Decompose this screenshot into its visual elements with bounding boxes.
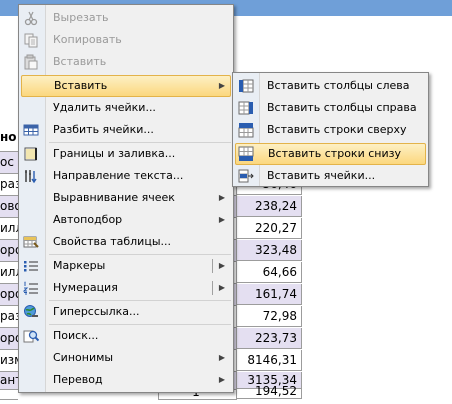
submenu-item-label: Вставить столбцы слева: [267, 79, 410, 92]
submenu-arrow-icon: ▶: [218, 215, 225, 224]
menu-item-insert[interactable]: Вставить ▶: [21, 75, 231, 97]
menu-item-label: Копировать: [53, 33, 122, 46]
menu-item-research[interactable]: Поиск...: [21, 325, 231, 347]
menu-item-label: Нумерация: [53, 281, 118, 294]
menu-item-hyperlink[interactable]: Гиперссылка...: [21, 301, 231, 323]
split-divider: [212, 259, 213, 273]
split-divider: [212, 281, 213, 295]
menu-item-numbering[interactable]: Нумерация ▶: [21, 277, 231, 299]
menu-item-label: Удалить ячейки...: [53, 101, 156, 114]
submenu-item-insert-rows-below[interactable]: Вставить строки снизу: [235, 143, 426, 165]
menu-item-label: Вставить: [54, 79, 108, 92]
text-direction-icon: [23, 168, 39, 184]
bullets-icon: [23, 258, 39, 274]
submenu-item-label: Вставить ячейки...: [267, 169, 376, 182]
menu-item-label: Направление текста...: [53, 169, 184, 182]
menu-item-borders-shading[interactable]: Границы и заливка...: [21, 143, 231, 165]
menu-item-label: Автоподбор: [53, 213, 123, 226]
submenu-arrow-icon: ▶: [218, 81, 225, 90]
menu-item-label: Вставить: [53, 55, 107, 68]
submenu-item-label: Вставить строки сверху: [267, 123, 407, 136]
menu-item-copy[interactable]: Копировать: [21, 29, 231, 51]
menu-item-cell-alignment[interactable]: Выравнивание ячеек ▶: [21, 187, 231, 209]
menu-item-cut[interactable]: Вырезать: [21, 7, 231, 29]
numbering-icon: [23, 280, 39, 296]
menu-item-bullets[interactable]: Маркеры ▶: [21, 255, 231, 277]
menu-item-translate[interactable]: Перевод ▶: [21, 369, 231, 391]
menu-item-label: Перевод: [53, 373, 103, 386]
menu-item-label: Синонимы: [53, 351, 114, 364]
scissors-icon: [23, 10, 39, 26]
menu-item-label: Выравнивание ячеек: [53, 191, 175, 204]
menu-item-split-cells[interactable]: Разбить ячейки...: [21, 119, 231, 141]
table-properties-icon: [23, 234, 39, 250]
menu-item-label: Свойства таблицы...: [53, 235, 171, 248]
menu-item-autofit[interactable]: Автоподбор ▶: [21, 209, 231, 231]
submenu-item-label: Вставить строки снизу: [268, 147, 401, 160]
insert-submenu: Вставить столбцы слева Вставить столбцы …: [232, 72, 429, 187]
menu-item-label: Поиск...: [53, 329, 99, 342]
insert-columns-right-icon: [238, 100, 254, 116]
menu-item-label: Границы и заливка...: [53, 147, 176, 160]
menu-item-label: Разбить ячейки...: [53, 123, 154, 136]
submenu-arrow-icon: ▶: [218, 353, 225, 362]
submenu-arrow-icon: ▶: [218, 261, 225, 270]
context-menu: Вырезать Копировать Вставить Вставить ▶ …: [18, 4, 234, 393]
submenu-arrow-icon: ▶: [218, 193, 225, 202]
borders-shading-icon: [23, 146, 39, 162]
submenu-arrow-icon: ▶: [218, 375, 225, 384]
menu-item-label: Вырезать: [53, 11, 109, 24]
hyperlink-icon: [23, 304, 39, 320]
research-icon: [23, 328, 39, 344]
submenu-arrow-icon: ▶: [218, 283, 225, 292]
submenu-item-insert-rows-above[interactable]: Вставить строки сверху: [235, 119, 426, 141]
menu-item-text-direction[interactable]: Направление текста...: [21, 165, 231, 187]
menu-item-table-properties[interactable]: Свойства таблицы...: [21, 231, 231, 253]
paste-icon: [23, 54, 39, 70]
submenu-item-insert-columns-right[interactable]: Вставить столбцы справа: [235, 97, 426, 119]
menu-item-paste[interactable]: Вставить: [21, 51, 231, 73]
submenu-item-insert-columns-left[interactable]: Вставить столбцы слева: [235, 75, 426, 97]
insert-rows-below-icon: [238, 146, 254, 162]
table-header-fragment: но: [0, 130, 17, 144]
submenu-item-label: Вставить столбцы справа: [267, 101, 417, 114]
insert-columns-left-icon: [238, 78, 254, 94]
menu-item-synonyms[interactable]: Синонимы ▶: [21, 347, 231, 369]
menu-item-label: Гиперссылка...: [53, 305, 140, 318]
split-cells-icon: [23, 122, 39, 138]
submenu-item-insert-cells[interactable]: Вставить ячейки...: [235, 165, 426, 187]
insert-rows-above-icon: [238, 122, 254, 138]
menu-item-delete-cells[interactable]: Удалить ячейки...: [21, 97, 231, 119]
menu-item-label: Маркеры: [53, 259, 106, 272]
insert-cells-icon: [238, 168, 254, 184]
copy-icon: [23, 32, 39, 48]
